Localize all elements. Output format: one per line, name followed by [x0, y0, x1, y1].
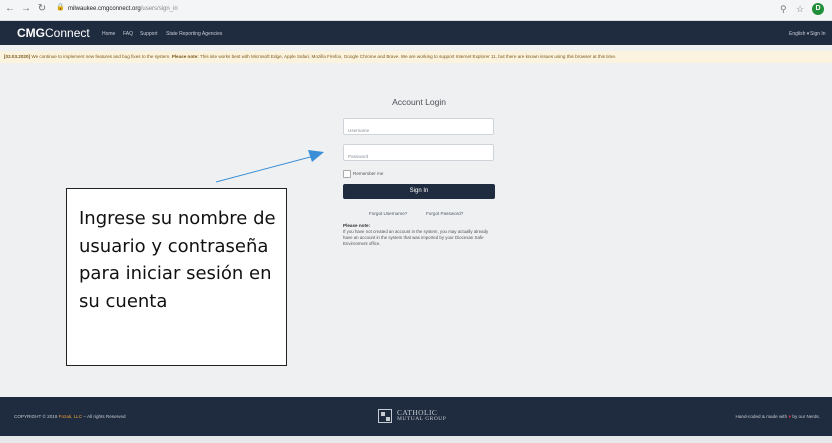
language-dropdown[interactable]: English ▾ — [789, 31, 809, 37]
address-bar[interactable]: 🔒 milwaukee.cmgconnect.org/users/sign_in — [56, 2, 784, 17]
bottom-scrollbar[interactable] — [0, 436, 832, 443]
note-text: If you have not created an account in th… — [343, 229, 489, 246]
top-navbar: CMGConnect Home FAQ Support State Report… — [0, 21, 832, 45]
sign-in-button[interactable]: Sign In — [343, 184, 495, 199]
profile-avatar[interactable]: D — [812, 3, 824, 15]
username-field[interactable] — [343, 118, 494, 138]
announcement-banner: [02.03.2020] We continue to implement ne… — [0, 51, 832, 63]
nav-support-link[interactable]: Support — [140, 31, 158, 37]
announcement-text: [02.03.2020] We continue to implement ne… — [4, 54, 617, 59]
forgot-username-link[interactable]: Forgot Username? — [369, 211, 407, 217]
bookmark-star-icon[interactable]: ☆ — [796, 3, 804, 15]
arrow-head — [308, 150, 324, 162]
page-footer: COPYRIGHT © 2019 Fozati, LLC – All right… — [0, 397, 832, 436]
password-input[interactable] — [348, 149, 488, 164]
arrow-line — [215, 155, 315, 183]
nav-sign-in-link[interactable]: Sign In — [810, 31, 826, 37]
catholic-mutual-logo-icon — [378, 409, 392, 423]
username-input[interactable] — [348, 123, 488, 138]
company-link[interactable]: Fozati, LLC — [59, 414, 83, 419]
reload-icon[interactable]: ↻ — [36, 3, 48, 15]
catholic-mutual-logo-text: CATHOLIC MUTUAL GROUP — [397, 408, 447, 422]
nav-faq-link[interactable]: FAQ — [123, 31, 133, 37]
login-title: Account Login — [392, 97, 446, 107]
copyright-text: COPYRIGHT © 2019 Fozati, LLC – All right… — [14, 414, 126, 419]
forward-icon[interactable]: → — [20, 3, 32, 15]
handcoded-text: Hand-coded & made with ♥ by our Nerds. — [735, 414, 820, 419]
nav-home-link[interactable]: Home — [102, 31, 115, 37]
url-text: milwaukee.cmgconnect.org/users/sign_in — [68, 6, 178, 12]
back-icon[interactable]: ← — [4, 3, 16, 15]
annotation-text: Ingrese su nombre de usuario y contraseñ… — [79, 208, 276, 312]
nav-state-reporting-link[interactable]: State Reporting Agencies — [166, 31, 222, 37]
brand-logo[interactable]: CMGConnect — [17, 26, 90, 40]
remember-checkbox[interactable] — [343, 170, 351, 178]
lock-icon: 🔒 — [56, 4, 65, 11]
zoom-icon[interactable]: ⚲ — [780, 3, 787, 15]
annotation-callout: Ingrese su nombre de usuario y contraseñ… — [66, 188, 287, 366]
password-field[interactable] — [343, 144, 494, 164]
remember-label: Remember me — [353, 171, 384, 176]
forgot-password-link[interactable]: Forgot Password? — [426, 211, 463, 217]
browser-toolbar: ← → ↻ 🔒 milwaukee.cmgconnect.org/users/s… — [0, 0, 832, 21]
